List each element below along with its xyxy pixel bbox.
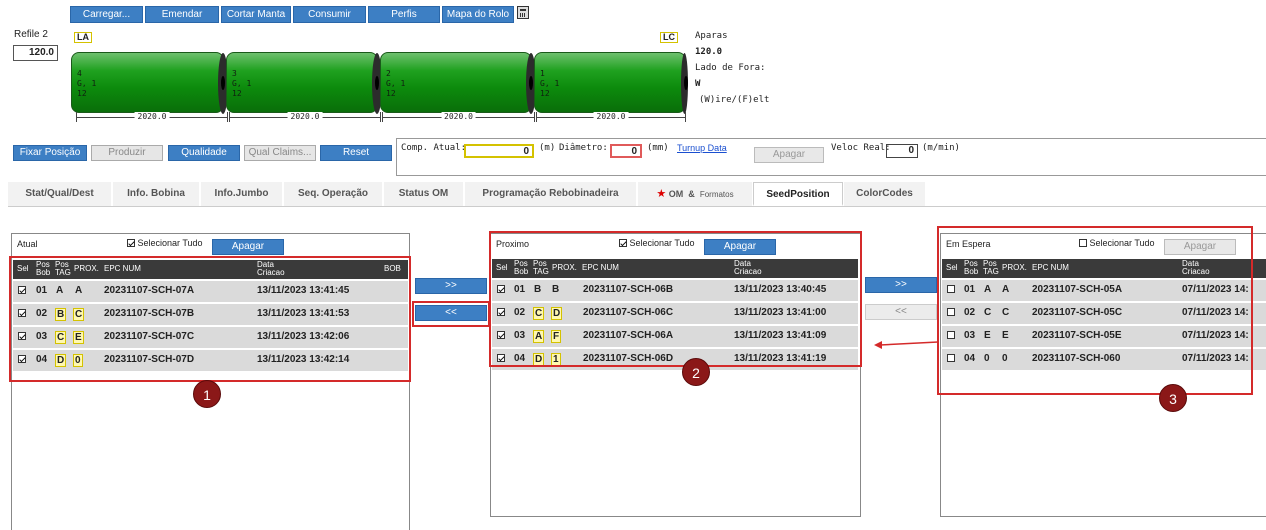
panel-atual-title: Atual xyxy=(17,239,38,249)
cortar-manta-button[interactable]: Cortar Manta xyxy=(221,6,291,23)
diametro-field[interactable]: 0 xyxy=(610,144,642,158)
fixar-posicao-button[interactable]: Fixar Posição xyxy=(13,145,87,161)
move-forward-button-2[interactable]: >> xyxy=(865,277,937,293)
roll-4[interactable]: 4 G, 1 12 xyxy=(71,52,228,114)
measures-panel: Comp. Atual: 0 (m) Diâmetro: 0 (mm) Turn… xyxy=(396,138,1266,176)
tab-seedposition[interactable]: SeedPosition xyxy=(753,182,843,206)
side-info: Aparas 120.0 Lado de Fora: W (W)ire/(F)e… xyxy=(695,31,770,105)
roll-width-dim: 2020.0 xyxy=(382,112,535,122)
apagar-atual-button[interactable]: Apagar xyxy=(212,239,284,255)
tab-colorcodes[interactable]: ColorCodes xyxy=(844,182,926,206)
roll-right-label: LC xyxy=(660,32,678,43)
tab-seq-operacao[interactable]: Seq. Operação xyxy=(284,182,383,206)
calculator-icon[interactable] xyxy=(517,6,529,19)
move-back-button-2[interactable]: << xyxy=(865,304,937,320)
qualidade-button[interactable]: Qualidade xyxy=(168,145,240,161)
reset-button[interactable]: Reset xyxy=(320,145,392,161)
tab-info-bobina[interactable]: Info. Bobina xyxy=(113,182,200,206)
emendar-button[interactable]: Emendar xyxy=(145,6,219,23)
star-icon: ★ xyxy=(656,188,667,200)
annotation-marker-3: 3 xyxy=(1159,384,1187,412)
roll-end-icon xyxy=(681,53,688,114)
veloc-real-field[interactable]: 0 xyxy=(886,144,918,158)
mapa-do-rolo-button[interactable]: Mapa do Rolo xyxy=(442,6,514,23)
qual-claims-button[interactable]: Qual Claims... xyxy=(244,145,316,161)
tab-info-jumbo[interactable]: Info.Jumbo xyxy=(201,182,283,206)
turnup-data-link[interactable]: Turnup Data xyxy=(677,143,727,153)
carregar-button[interactable]: Carregar... xyxy=(70,6,143,23)
roll-width-dim: 2020.0 xyxy=(76,112,228,122)
comp-unit: (m) xyxy=(539,143,556,153)
checkbox-icon[interactable] xyxy=(127,239,135,247)
produzir-button[interactable]: Produzir xyxy=(91,145,163,161)
annotation-marker-1: 1 xyxy=(193,380,221,408)
tab-om-formatos[interactable]: ★ OM & Formatos xyxy=(638,182,753,206)
veloc-real-label: Veloc Real: xyxy=(831,143,891,153)
perfis-button[interactable]: Perfis xyxy=(368,6,440,23)
roll-width-dim: 2020.0 xyxy=(536,112,686,122)
comp-atual-label: Comp. Atual: xyxy=(401,143,467,153)
move-forward-button[interactable]: >> xyxy=(415,278,487,294)
arrow-icon xyxy=(874,341,939,349)
roll-info: 2 G, 1 12 xyxy=(386,69,406,98)
diametro-label: Diâmetro: xyxy=(559,143,608,153)
roll-1[interactable]: 1 G, 1 12 xyxy=(534,52,688,114)
roll-info: 1 G, 1 12 xyxy=(540,69,560,98)
apagar-measures-button[interactable]: Apagar xyxy=(754,147,824,163)
roll-3[interactable]: 3 G, 1 12 xyxy=(226,52,382,114)
tab-stat-qual-dest[interactable]: Stat/Qual/Dest xyxy=(8,182,112,206)
roll-info: 3 G, 1 12 xyxy=(232,69,252,98)
tab-divider xyxy=(8,206,1266,207)
diametro-unit: (mm) xyxy=(647,143,669,153)
tab-programacao-rebobinadeira[interactable]: Programação Rebobinadeira xyxy=(465,182,637,206)
comp-atual-field[interactable]: 0 xyxy=(464,144,534,158)
annotation-marker-2: 2 xyxy=(682,358,710,386)
roll-left-label: LA xyxy=(74,32,92,43)
tab-status-om[interactable]: Status OM xyxy=(384,182,464,206)
roll-width-dim: 2020.0 xyxy=(229,112,381,122)
roll-info: 4 G, 1 12 xyxy=(77,69,97,98)
move-back-button[interactable]: << xyxy=(415,305,487,321)
roll-2[interactable]: 2 G, 1 12 xyxy=(380,52,536,114)
highlight-box-1 xyxy=(9,256,411,382)
select-all-atual[interactable]: Selecionar Tudo xyxy=(127,238,203,248)
veloc-unit: (m/min) xyxy=(922,143,960,153)
highlight-box-2 xyxy=(489,231,862,367)
highlight-box-3 xyxy=(937,226,1253,395)
refile-value: 120.0 xyxy=(13,45,58,61)
consumir-button[interactable]: Consumir xyxy=(293,6,366,23)
refile-label: Refile 2 xyxy=(14,29,48,40)
